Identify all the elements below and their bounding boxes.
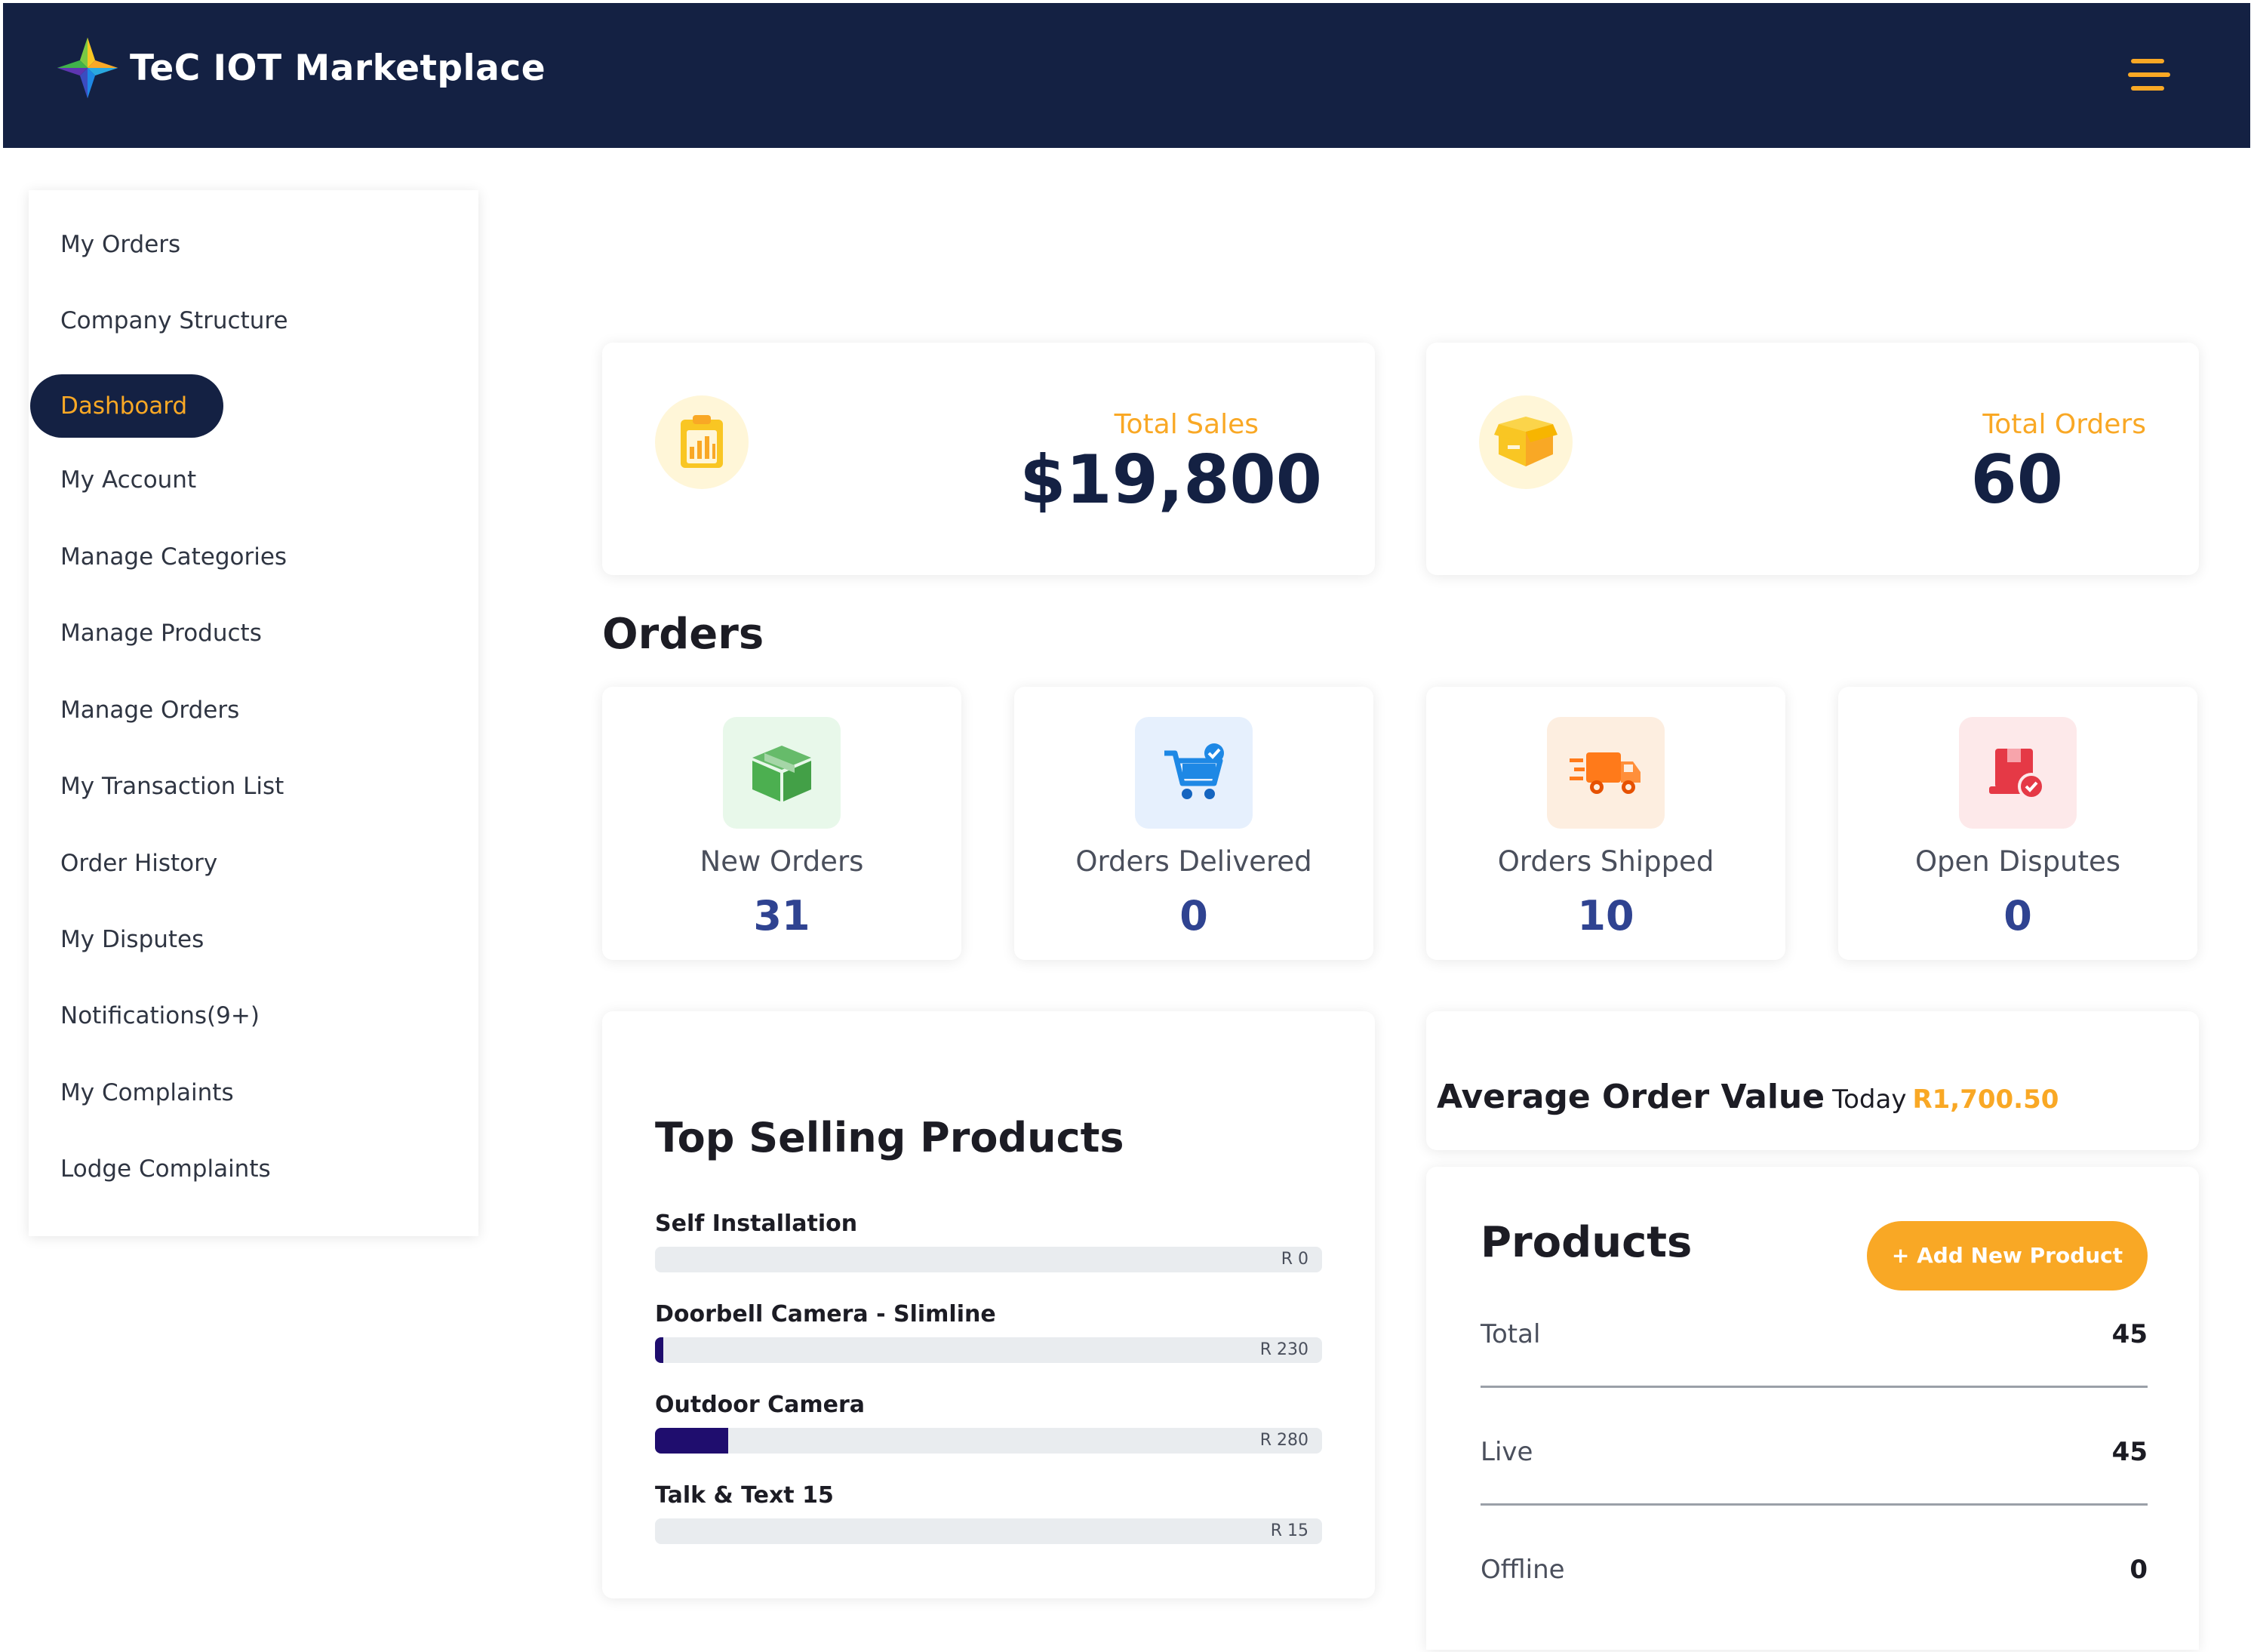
total-orders-label: Total Orders	[1982, 409, 2146, 440]
orders-delivered-count: 0	[1179, 892, 1208, 940]
products-card: Products + Add New Product Total 45 Live…	[1426, 1167, 2199, 1650]
product-sales-amount: R 15	[1270, 1521, 1308, 1540]
sidebar-item-my-complaints[interactable]: My Complaints	[60, 1079, 234, 1106]
product-name: Outdoor Camera	[655, 1392, 866, 1418]
open-box-icon	[1479, 395, 1573, 489]
top-selling-products-card: Top Selling Products Self Installation R…	[602, 1011, 1375, 1598]
top-selling-title: Top Selling Products	[655, 1114, 1124, 1161]
total-orders-card: Total Orders 60	[1426, 343, 2199, 575]
hamburger-menu-icon[interactable]	[2128, 56, 2173, 95]
product-sales-bar: R 280	[655, 1428, 1322, 1454]
total-orders-value: 60	[1970, 441, 2063, 518]
product-sales-bar: R 0	[655, 1247, 1322, 1272]
total-sales-value: $19,800	[1019, 441, 1322, 518]
orders-shipped-count: 10	[1577, 892, 1634, 940]
sidebar-item-order-history[interactable]: Order History	[60, 850, 217, 877]
average-order-value-text: Average Order Value Today R1,700.50	[1437, 1078, 2059, 1116]
sidebar-item-my-transaction-list[interactable]: My Transaction List	[60, 773, 284, 800]
sidebar-item-notifications[interactable]: Notifications(9+)	[60, 1002, 260, 1029]
product-sales-amount: R 230	[1259, 1340, 1308, 1359]
average-order-value-amount: R1,700.50	[1912, 1084, 2059, 1115]
today-label: Today	[1832, 1084, 1907, 1115]
products-offline-value: 0	[2129, 1555, 2148, 1585]
sidebar-item-company-structure[interactable]: Company Structure	[60, 307, 288, 334]
top-navbar: TeC IOT Marketplace	[3, 3, 2250, 148]
product-sales-fill	[655, 1428, 729, 1454]
orders-delivered-card[interactable]: Orders Delivered 0	[1014, 687, 1373, 960]
delivery-truck-icon	[1547, 717, 1665, 829]
product-sales-amount: R 280	[1259, 1431, 1308, 1450]
sidebar-item-my-account[interactable]: My Account	[60, 466, 196, 494]
product-name: Self Installation	[655, 1211, 858, 1237]
total-sales-label: Total Sales	[1114, 409, 1259, 440]
orders-shipped-label: Orders Shipped	[1497, 845, 1714, 878]
total-sales-card: Total Sales $19,800	[602, 343, 1375, 575]
open-disputes-count: 0	[2003, 892, 2032, 940]
product-name: Doorbell Camera - Slimline	[655, 1301, 996, 1327]
orders-shipped-card[interactable]: Orders Shipped 10	[1426, 687, 1785, 960]
sidebar: My Orders Company Structure Dashboard My…	[29, 190, 478, 1236]
product-sales-bar: R 230	[655, 1337, 1322, 1363]
product-name: Talk & Text 15	[655, 1482, 834, 1509]
new-orders-card[interactable]: New Orders 31	[602, 687, 961, 960]
brand[interactable]: TeC IOT Marketplace	[56, 36, 546, 100]
products-total-label: Total	[1481, 1319, 1541, 1349]
open-disputes-card[interactable]: Open Disputes 0	[1838, 687, 2197, 960]
product-sales-amount: R 0	[1281, 1250, 1308, 1269]
four-point-star-logo	[57, 37, 118, 99]
average-order-value-label: Average Order Value	[1437, 1078, 1825, 1116]
sidebar-item-manage-orders[interactable]: Manage Orders	[60, 697, 239, 724]
product-sales-bar: R 15	[655, 1518, 1322, 1544]
sidebar-item-manage-categories[interactable]: Manage Categories	[60, 543, 287, 571]
new-orders-label: New Orders	[700, 845, 864, 878]
cube-box-icon	[723, 717, 841, 829]
average-order-value-card: Average Order Value Today R1,700.50	[1426, 1011, 2199, 1150]
sidebar-item-my-disputes[interactable]: My Disputes	[60, 926, 204, 953]
clipboard-chart-icon	[655, 395, 749, 489]
sidebar-item-lodge-complaints[interactable]: Lodge Complaints	[60, 1155, 271, 1183]
add-new-product-button[interactable]: + Add New Product	[1867, 1221, 2148, 1291]
products-live-label: Live	[1481, 1437, 1533, 1467]
products-title: Products	[1481, 1218, 1693, 1267]
app-title: TeC IOT Marketplace	[130, 47, 546, 89]
product-sales-fill	[655, 1337, 663, 1363]
divider	[1481, 1503, 2148, 1506]
products-live-value: 45	[2111, 1437, 2148, 1467]
package-alert-icon	[1959, 717, 2077, 829]
open-disputes-label: Open Disputes	[1914, 845, 2121, 878]
orders-delivered-label: Orders Delivered	[1075, 845, 1312, 878]
products-total-value: 45	[2111, 1319, 2148, 1349]
products-live-row: Live 45	[1481, 1437, 2148, 1482]
sidebar-item-my-orders[interactable]: My Orders	[60, 231, 180, 258]
shopping-cart-check-icon	[1135, 717, 1253, 829]
orders-section-title: Orders	[602, 610, 764, 659]
products-offline-label: Offline	[1481, 1555, 1565, 1585]
divider	[1481, 1386, 2148, 1388]
products-total-row: Total 45	[1481, 1319, 2148, 1364]
sidebar-item-manage-products[interactable]: Manage Products	[60, 620, 262, 647]
sidebar-item-dashboard[interactable]: Dashboard	[30, 374, 223, 438]
new-orders-count: 31	[753, 892, 810, 940]
products-offline-row: Offline 0	[1481, 1555, 2148, 1600]
